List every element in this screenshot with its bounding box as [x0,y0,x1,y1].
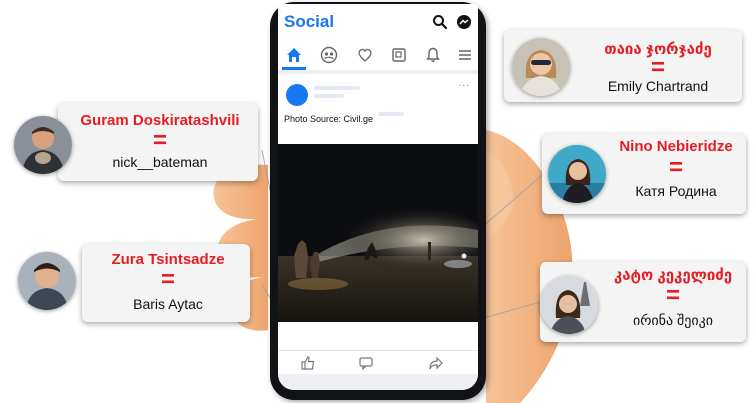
post-action-bar [278,350,478,375]
app-header: Social [278,4,478,40]
avatar-zura [18,252,76,310]
friends-icon[interactable] [320,46,338,64]
app-title: Social [284,12,335,31]
avatar-keto [540,276,598,334]
post-caption: Photo Source: Civil.ge [284,114,374,124]
heart-icon[interactable] [356,46,374,64]
post-time-placeholder [314,94,344,98]
thumbs-up-icon[interactable] [300,355,316,371]
comment-icon[interactable] [358,355,374,371]
share-icon[interactable] [428,355,444,371]
feed-post: ... Photo Source: Civil.ge [278,74,478,374]
avatar-taia [512,38,570,96]
search-icon[interactable] [432,14,448,30]
avatar-nino [548,145,606,203]
menu-icon[interactable] [456,46,474,64]
georgian-name-nino: Nino Nebieridze [619,138,733,155]
equals-sign-keto: = [665,282,680,309]
alias-nino: Катя Родина [635,183,717,199]
equals-sign-guram: = [152,127,167,154]
alias-keto: ირინა შეიკი [633,312,713,328]
post-author-name-placeholder [314,86,360,90]
equals-sign-taia: = [650,54,665,81]
bell-icon[interactable] [424,46,442,64]
pages-icon[interactable] [390,46,408,64]
post-photo[interactable] [278,144,478,322]
alias-taia: Emily Chartrand [607,78,709,94]
caption-blur [378,112,404,116]
infographic: Social ... Photo Source: Civil.ge Guram … [0,0,753,403]
post-more-options[interactable]: ... [459,78,470,89]
avatar-guram [14,116,72,174]
alias-zura: Baris Aytac [133,296,203,312]
messenger-icon[interactable] [456,14,472,30]
home-icon[interactable] [285,46,303,64]
alias-guram: nick__bateman [112,154,208,170]
phone-screen: Social ... Photo Source: Civil.ge [278,4,478,390]
app-nav-bar [278,40,478,71]
equals-sign-zura: = [160,266,175,293]
equals-sign-nino: = [668,154,683,181]
post-author-avatar[interactable] [286,84,308,106]
